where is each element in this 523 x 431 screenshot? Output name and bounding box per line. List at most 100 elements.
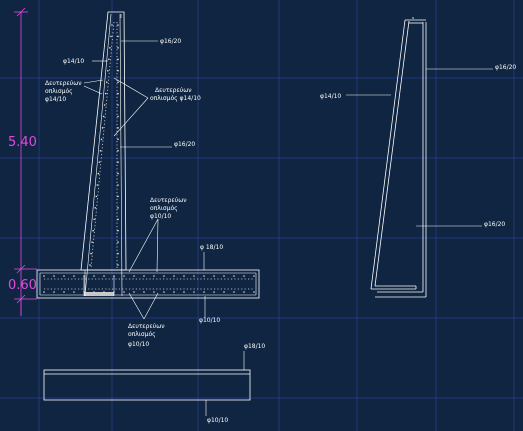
drawing-canvas: 5.40 0.60 φ16/20 φ14/10 Δευτερεύων οπλισ… (0, 0, 523, 431)
label-secondary-base-bottom-2: οπλισμός (128, 331, 156, 338)
stem-label-phi16-20-bottom: φ16/20 (484, 221, 505, 228)
wall-stem-outline (80, 11, 127, 271)
stem-rebar-dot-back (117, 264, 119, 266)
label-secondary-base-top-3: φ10/10 (150, 213, 171, 220)
stem-rebar-dot-back (117, 161, 119, 163)
stem-rebar-dot-front (103, 104, 106, 106)
footing-rebar-dot-top (173, 275, 175, 277)
main-leader-lines (83, 40, 206, 320)
footing-rebar-dot-bottom (93, 291, 95, 293)
footing-rebar-dot-top (43, 275, 45, 277)
footing-rebar-dot-top (243, 275, 245, 277)
stem-rebar-dot-front (101, 127, 104, 129)
stem-rebar-dot-back (117, 24, 119, 26)
label-secondary-right-2: οπλισμός φ14/10 (150, 95, 201, 102)
stem-rebar-dot-back (117, 58, 119, 61)
label-phi16-20-mid: φ16/20 (174, 141, 195, 148)
label-secondary-left-2: οπλισμός (45, 88, 73, 95)
stem-rebar-dot-front (110, 35, 112, 38)
dimension-lines (14, 7, 37, 316)
stem-rebar-dot-back (117, 47, 119, 49)
stem-rebar-dot-back (117, 149, 119, 152)
stem-rebar-dot-front (92, 229, 94, 232)
footing-rebar-dot-bottom (203, 291, 205, 293)
label-phi16-20-top: φ16/20 (160, 38, 181, 45)
stem-rebar-dot-front (95, 195, 98, 198)
stem-rebar-dot-back (117, 207, 119, 209)
footing-rebar-dot-bottom (73, 291, 75, 293)
footing-rebar-dot-top (183, 275, 185, 277)
footing-rebar-detail (43, 351, 251, 416)
footing-rebar-dot-bottom (153, 291, 155, 293)
label-secondary-base-bottom-1: Δευτερεύων (128, 323, 165, 330)
label-phi14-10-left: φ14/10 (63, 58, 84, 65)
stem-rebar-dot-back (117, 184, 119, 186)
stem-rebar-dot-back (117, 218, 119, 221)
stem-rebar-dot-back (117, 115, 119, 118)
footing-rebar-dot-top (143, 275, 145, 277)
footing-rebar-dot-bottom (223, 291, 225, 293)
stem-rebar-dot-front (97, 172, 100, 175)
footing-rebar-dot-top (213, 275, 215, 277)
stem-rebar-dot-front (90, 252, 92, 255)
wall-height-dimension: 5.40 (8, 135, 37, 150)
label-secondary-left-1: Δευτερεύων (45, 80, 82, 87)
stem-rebar-dot-back (117, 229, 119, 232)
base-thickness-dimension: 0.60 (8, 278, 37, 293)
label-phi18-10-base: φ 18/10 (200, 244, 223, 251)
label-secondary-base-top-1: Δευτερεύων (150, 197, 187, 204)
stem-rebar-dot-back (117, 69, 119, 72)
footing-rebar-dot-top (193, 275, 195, 277)
footing-rebar-dot-bottom (163, 291, 165, 293)
label-secondary-left-3: φ14/10 (45, 96, 66, 103)
footing-rebar-dot-bottom (43, 291, 45, 293)
footing-rebar-dot-bottom (213, 291, 215, 293)
stem-rebar-dot-front (96, 184, 99, 186)
stem-label-phi16-20-top: φ16/20 (495, 64, 516, 71)
stem-rebar-dot-back (117, 252, 119, 255)
footing-rebar-dot-top (83, 275, 85, 277)
stem-label-phi14-10: φ14/10 (320, 93, 341, 100)
stem-rebar-dot-front (94, 207, 97, 209)
footing-rebar-dot-bottom (143, 291, 145, 293)
footing-rebar-dot-bottom (133, 291, 135, 293)
footing-rebar-dot-top (153, 275, 155, 277)
footing-rebar-dot-bottom (103, 291, 105, 293)
footing-rebar-dot-top (63, 275, 65, 277)
stem-rebar-dot-front (107, 69, 109, 72)
stem-rebar-dot-back (117, 35, 119, 38)
stem-rebar-dot-back (117, 104, 119, 106)
footing-rebar-dot-top (53, 275, 55, 277)
stem-rebar-dot-front (98, 161, 101, 163)
stem-rebar-dot-back (117, 81, 119, 83)
stem-rebar-dot-front (91, 241, 93, 243)
footing-rebar-dot-top (113, 275, 115, 277)
retaining-wall-section (36, 11, 260, 299)
stem-rebar-dot-back (117, 92, 119, 95)
footing-rebar-dot-bottom (183, 291, 185, 293)
footing-outline (36, 269, 260, 299)
label-secondary-base-top-2: οπλισμός (150, 205, 178, 212)
stem-rebar-dot-front (105, 81, 108, 83)
footing-rebar-dot-bottom (193, 291, 195, 293)
label-secondary-base-bottom-3: φ10/10 (128, 341, 149, 348)
label-secondary-right-1: Δευτερεύων (155, 87, 192, 94)
footing-rebar-dot-bottom (123, 291, 125, 293)
footing-rebar-dot-top (203, 275, 205, 277)
footing-rebar-dot-top (93, 275, 95, 277)
footing-rebar-dot-bottom (63, 291, 65, 293)
footing-rebar-dot-top (73, 275, 75, 277)
stem-rebar-dot-front (99, 149, 102, 152)
stem-rebar-dot-back (117, 195, 119, 198)
stem-rebar-dot-back (117, 127, 119, 129)
stem-rebar-dot-front (109, 47, 111, 49)
stem-rebar-dot-front (93, 218, 95, 221)
footing-rebar-dot-top (133, 275, 135, 277)
footing-rebar-dot-bottom (173, 291, 175, 293)
footing-rebar-dot-top (223, 275, 225, 277)
footing-rebar-dot-bottom (53, 291, 55, 293)
stem-rebar-dot-back (117, 138, 119, 141)
stem-rebar-dot-front (89, 264, 91, 266)
footing-label-phi10-10: φ10/10 (207, 417, 228, 424)
stem-rebar-dot-back (117, 172, 119, 175)
